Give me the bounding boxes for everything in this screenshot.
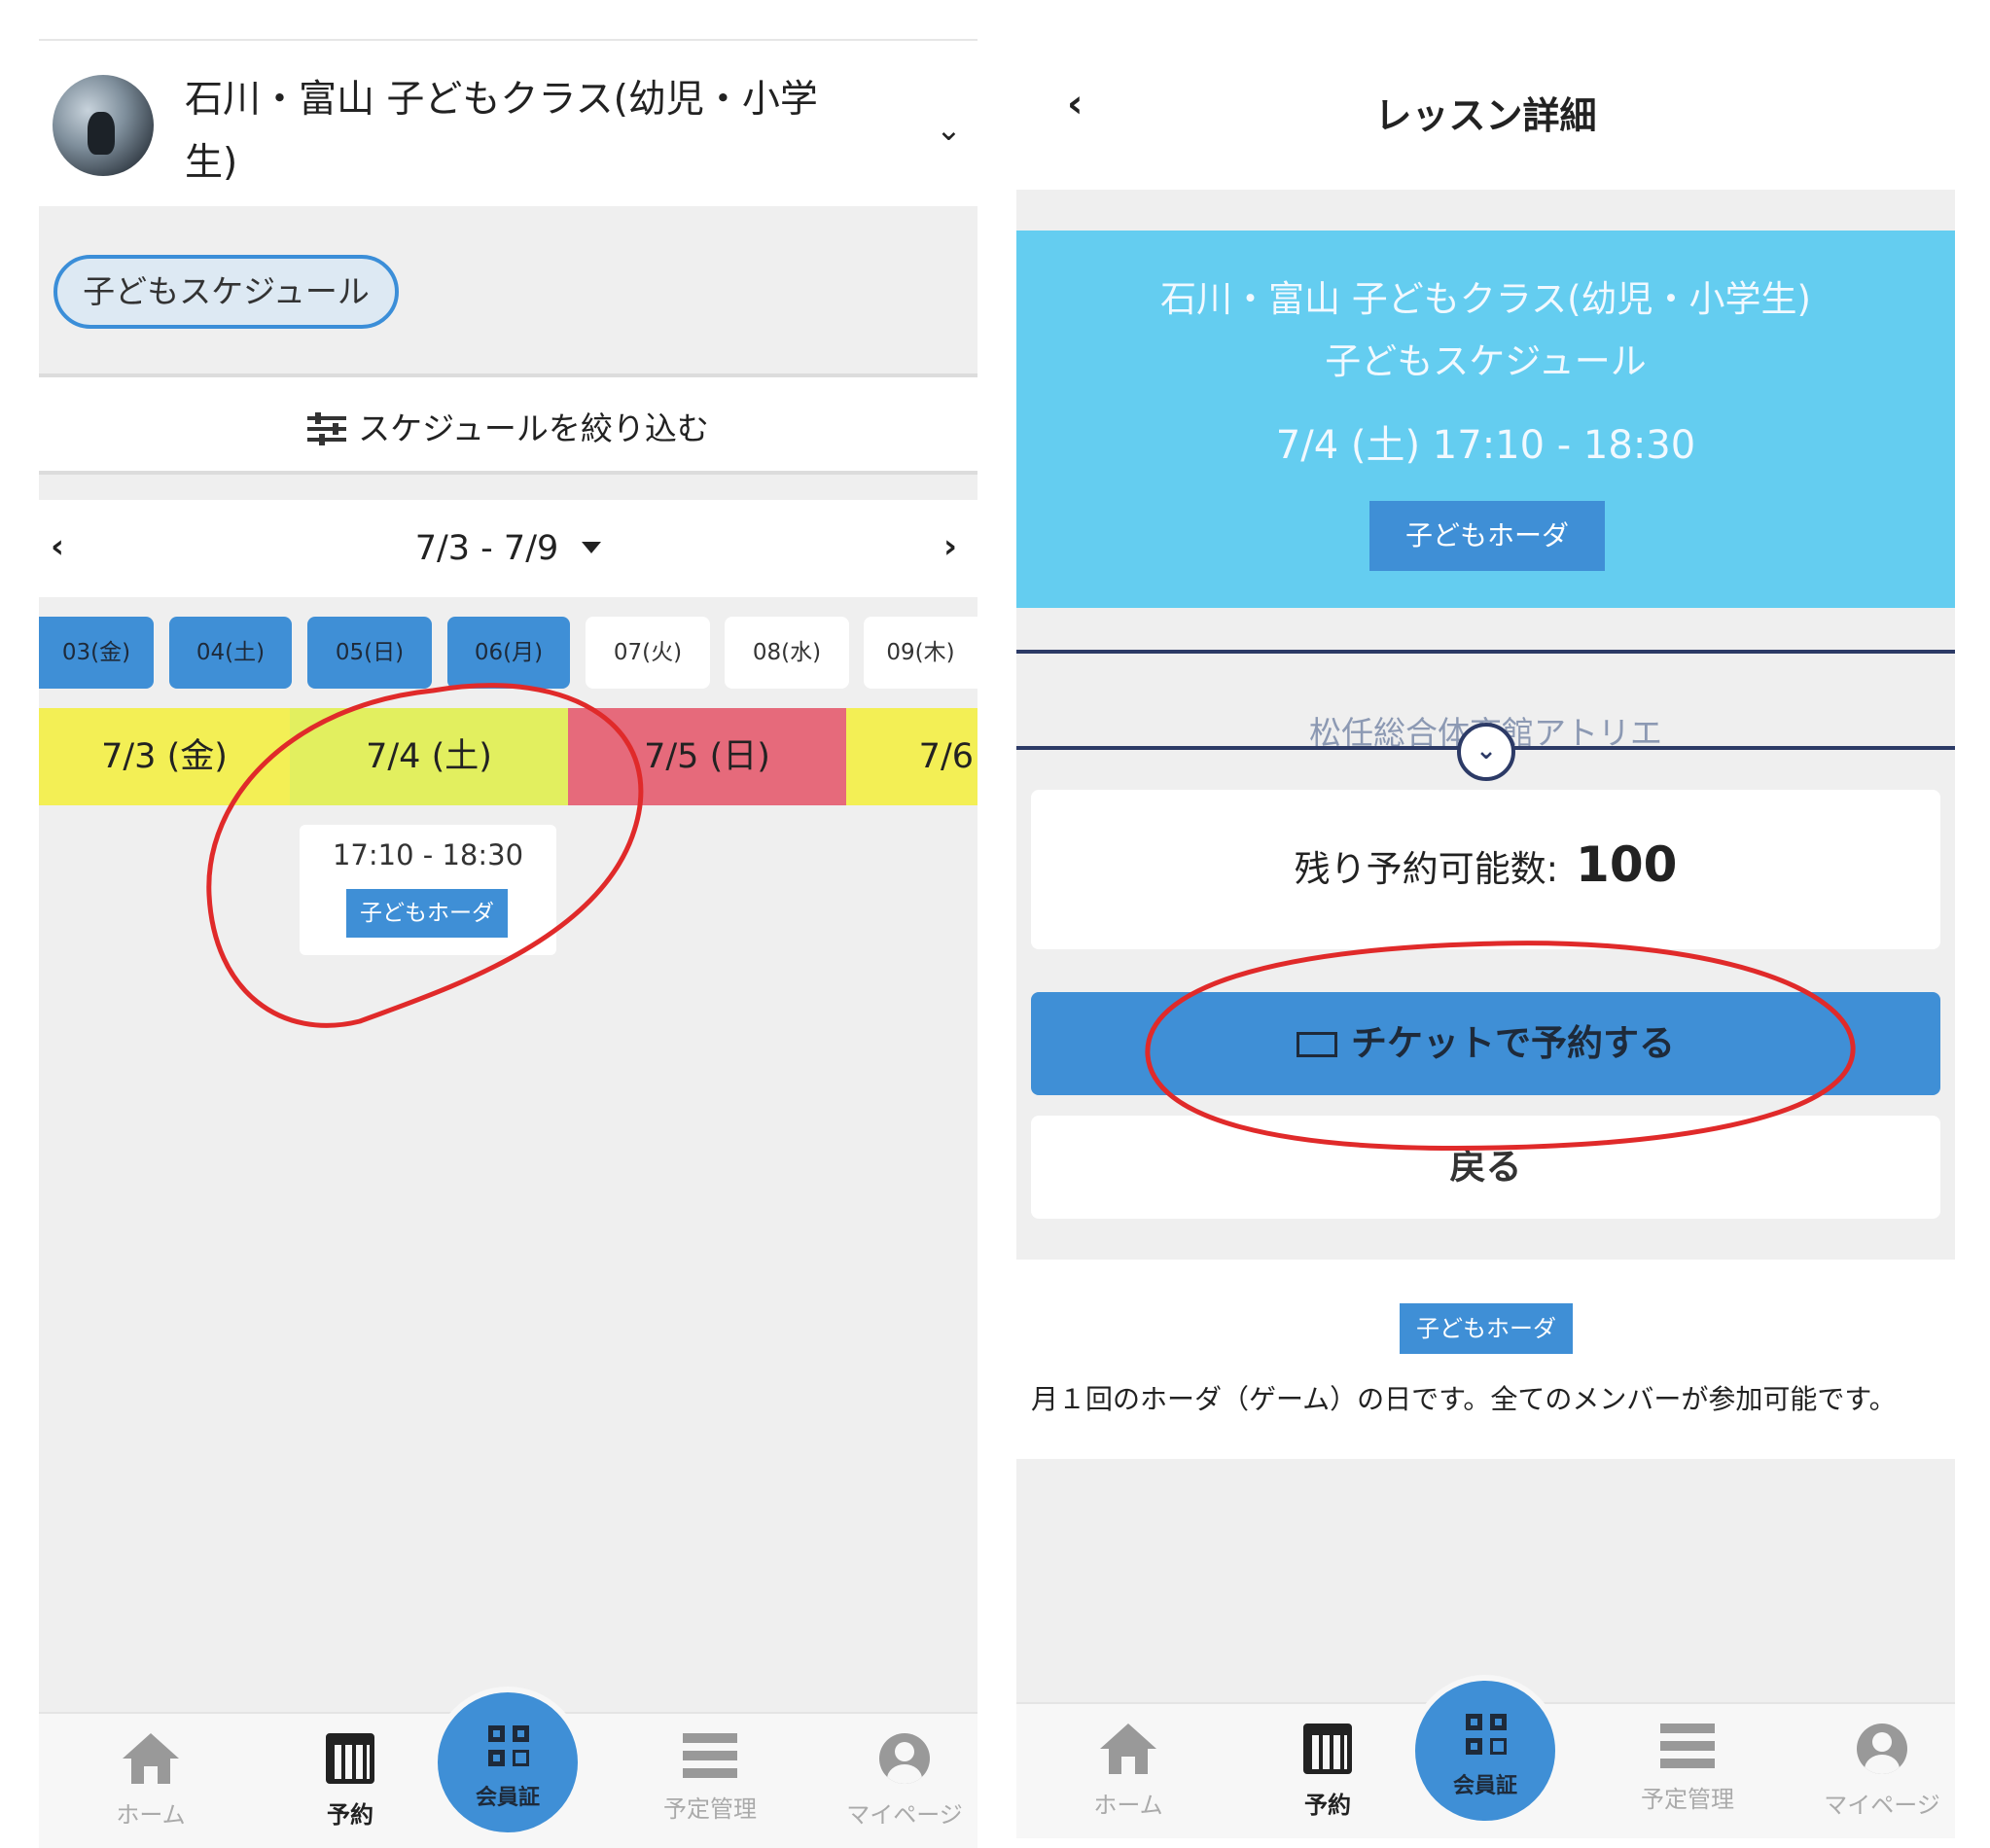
nav-mypage[interactable]: マイページ <box>832 1733 977 1830</box>
class-title: 石川・富山 子どもクラス(幼児・小学生) <box>185 78 818 185</box>
banner-schedule: 子どもスケジュール <box>1325 340 1647 382</box>
nav-member-card[interactable]: 会員証 <box>1409 1675 1561 1827</box>
class-header[interactable]: 石川・富山 子どもクラス(幼児・小学生) ⌄ <box>39 41 977 206</box>
nav-mypage[interactable]: マイページ <box>1809 1724 1955 1820</box>
remaining-card: 残り予約可能数: 100 <box>1031 790 1940 949</box>
day-column-header: 7/5 (日) <box>568 708 846 805</box>
user-icon <box>879 1733 930 1784</box>
filter-label: スケジュールを絞り込む <box>358 409 709 447</box>
week-range-select[interactable]: 7/3 - 7/9 <box>39 529 977 568</box>
remaining-label: 残り予約可能数: <box>1294 848 1559 890</box>
home-icon <box>123 1733 179 1784</box>
day-tab[interactable]: 09(木) <box>864 617 977 689</box>
day-tab[interactable]: 04(土) <box>169 617 292 689</box>
day-column-header: 7/3 (金) <box>39 708 290 805</box>
nav-schedule-mgmt[interactable]: 予定管理 <box>637 1733 783 1824</box>
ticket-icon <box>1297 1032 1337 1057</box>
nav-reserve[interactable]: 予約 <box>1255 1724 1401 1820</box>
schedule-pill[interactable]: 子どもスケジュール <box>53 255 399 329</box>
nav-home-label: ホーム <box>1093 1792 1163 1819</box>
home-icon <box>1100 1724 1156 1774</box>
banner-tag: 子どもホーダ <box>1369 501 1605 571</box>
page-title: レッスン詳細 <box>1374 94 1597 137</box>
description-tag: 子どもホーダ <box>1400 1303 1573 1354</box>
chevron-down-icon[interactable]: ⌄ <box>936 111 962 148</box>
nav-reserve-label: 予約 <box>327 1801 373 1829</box>
filter-button[interactable]: スケジュールを絞り込む <box>39 373 977 475</box>
caret-down-icon <box>582 542 602 553</box>
description-text: 月１回のホーダ（ゲーム）の日です。全てのメンバーが参加可能です。 <box>1031 1383 1897 1415</box>
remaining-value: 100 <box>1576 836 1678 893</box>
slot-time: 17:10 - 18:30 <box>332 838 524 871</box>
nav-home[interactable]: ホーム <box>78 1733 224 1830</box>
lesson-banner: 石川・富山 子どもクラス(幼児・小学生) 子どもスケジュール 7/4 (土) 1… <box>1016 231 1955 608</box>
banner-class-name: 石川・富山 子どもクラス(幼児・小学生) <box>1160 278 1811 320</box>
slot-tag: 子どもホーダ <box>346 889 508 938</box>
list-icon <box>1660 1724 1715 1768</box>
lesson-slot[interactable]: 17:10 - 18:30 子どもホーダ <box>300 825 556 955</box>
day-tab[interactable]: 05(日) <box>307 617 432 689</box>
nav-member-card[interactable]: 会員証 <box>432 1687 584 1838</box>
user-icon <box>1857 1724 1907 1774</box>
day-tab[interactable]: 03(金) <box>39 617 154 689</box>
day-columns: 7/3 (金) 7/4 (土) 7/5 (日) 7/6 <box>39 708 977 805</box>
qr-code-icon <box>1466 1714 1507 1755</box>
banner-datetime: 7/4 (土) 17:10 - 18:30 <box>1275 423 1696 468</box>
nav-schedule-mgmt[interactable]: 予定管理 <box>1615 1724 1760 1814</box>
lesson-description: 子どもホーダ 月１回のホーダ（ゲーム）の日です。全てのメンバーが参加可能です。 <box>1016 1260 1955 1459</box>
day-column-header: 7/4 (土) <box>290 708 568 805</box>
book-button-label: チケットで予約する <box>1351 1022 1675 1064</box>
week-navigator: ‹ 7/3 - 7/9 › <box>39 500 977 597</box>
back-button[interactable]: 戻る <box>1031 1116 1940 1219</box>
nav-home[interactable]: ホーム <box>1055 1724 1201 1820</box>
schedule-screen: 石川・富山 子どもクラス(幼児・小学生) ⌄ 子どもスケジュール スケジュールを… <box>39 0 977 1848</box>
nav-reserve-label: 予約 <box>1304 1792 1351 1819</box>
calendar-icon <box>1303 1724 1352 1774</box>
schedule-body: 子どもスケジュール スケジュールを絞り込む ‹ 7/3 - 7/9 › 03(金… <box>39 206 977 1714</box>
nav-schedule-mgmt-label: 予定管理 <box>1641 1786 1734 1813</box>
detail-body: 石川・富山 子どもクラス(幼児・小学生) 子どもスケジュール 7/4 (土) 1… <box>1016 190 1955 1260</box>
calendar-icon <box>326 1733 374 1784</box>
class-avatar <box>53 75 154 176</box>
day-tab[interactable]: 07(火) <box>586 617 710 689</box>
day-tab[interactable]: 06(月) <box>447 617 570 689</box>
book-with-ticket-button[interactable]: チケットで予約する <box>1031 992 1940 1095</box>
nav-mypage-label: マイページ <box>1824 1792 1940 1819</box>
list-icon <box>683 1733 737 1778</box>
day-tab[interactable]: 08(水) <box>725 617 849 689</box>
day-tabs: 03(金) 04(土) 05(日) 06(月) 07(火) 08(水) 09(木… <box>39 617 977 691</box>
filter-sliders-icon <box>307 412 347 445</box>
nav-member-card-label: 会員証 <box>475 1786 540 1810</box>
detail-footer-space <box>1016 1459 1955 1702</box>
nav-schedule-mgmt-label: 予定管理 <box>663 1795 757 1823</box>
nav-reserve[interactable]: 予約 <box>277 1733 423 1830</box>
day-column-header: 7/6 <box>846 708 977 805</box>
divider-top <box>1016 650 1955 654</box>
qr-code-icon <box>488 1725 529 1766</box>
week-range-label: 7/3 - 7/9 <box>414 529 559 568</box>
nav-member-card-label: 会員証 <box>1452 1774 1517 1798</box>
expand-icon[interactable]: ⌄ <box>1457 723 1515 781</box>
detail-header: ‹ レッスン詳細 <box>1016 41 1955 192</box>
bottom-nav: ホーム 予約 会員証 予定管理 マイページ <box>39 1687 977 1848</box>
bottom-nav: ホーム 予約 会員証 予定管理 マイページ <box>1016 1675 1955 1838</box>
lesson-detail-screen: ‹ レッスン詳細 石川・富山 子どもクラス(幼児・小学生) 子どもスケジュール … <box>1016 0 1955 1848</box>
nav-mypage-label: マイページ <box>846 1801 963 1829</box>
nav-home-label: ホーム <box>116 1801 186 1829</box>
next-week-icon[interactable]: › <box>943 527 957 566</box>
